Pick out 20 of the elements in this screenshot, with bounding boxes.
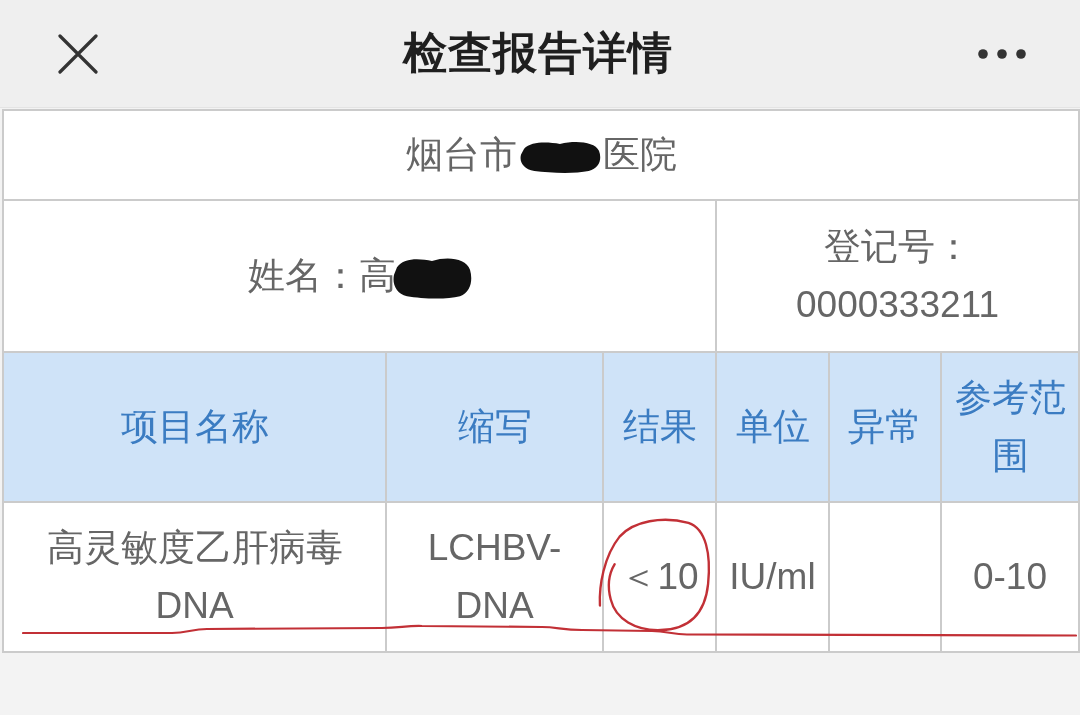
column-header: 结果 (603, 352, 716, 502)
name-label: 姓名： (247, 254, 359, 298)
column-header: 单位 (716, 352, 829, 502)
patient-name: 高 (358, 254, 396, 298)
registration-number: 0000333211 (796, 283, 999, 327)
close-icon[interactable] (58, 33, 98, 74)
hospital-name-text: 烟台市 (405, 133, 517, 177)
column-header: 缩写 (386, 352, 603, 502)
table-cell-text: ＜10 (620, 555, 699, 599)
hospital-name-text: 医院 (602, 133, 677, 177)
table-cell-text: 高灵敏度乙肝病毒DNA (45, 526, 344, 628)
page-title: 检查报告详情 (403, 28, 673, 78)
column-header: 参考范围 (941, 352, 1079, 502)
column-header: 异常 (829, 352, 941, 502)
table-cell-text: IU/ml (729, 555, 816, 599)
registration-label: 登记号： (823, 225, 972, 269)
table-cell-text: LCHBV-DNA (426, 526, 563, 628)
table-cell-text: 0-10 (972, 555, 1048, 599)
more-icon[interactable] (978, 48, 1026, 59)
column-header: 项目名称 (3, 352, 386, 502)
